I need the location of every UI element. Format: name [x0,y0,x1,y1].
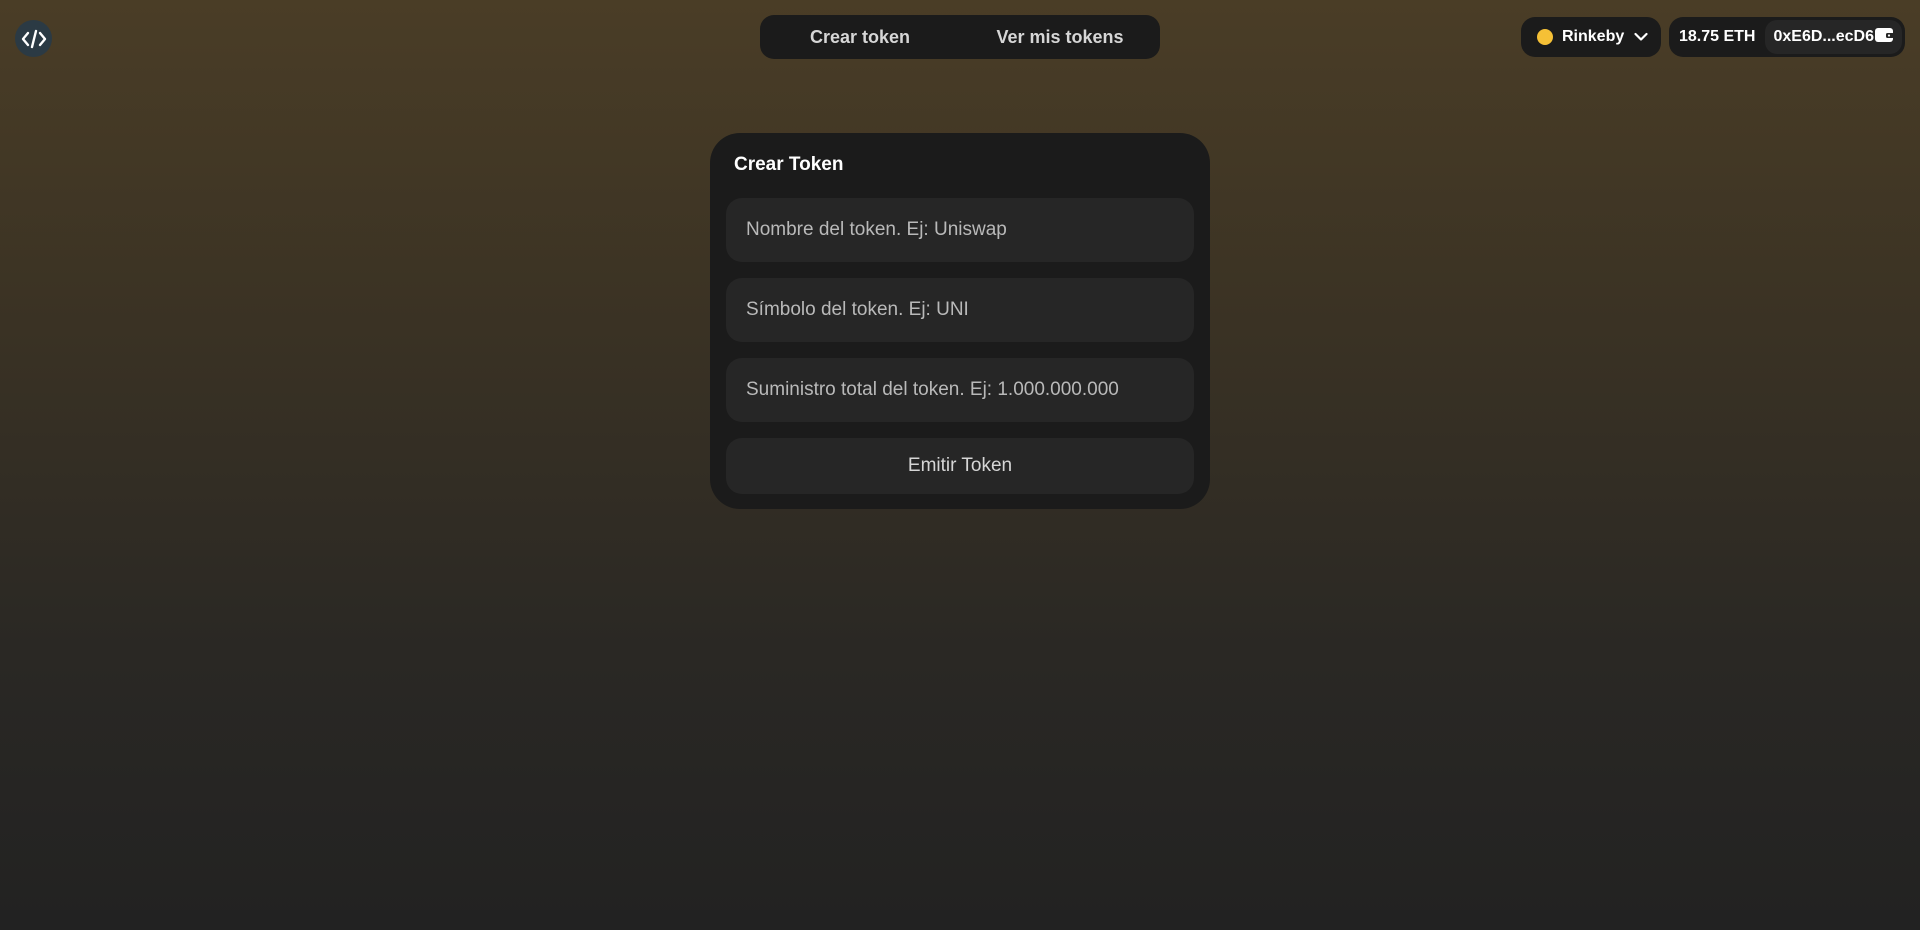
card-title: Crear Token [734,154,844,175]
token-supply-input[interactable] [726,358,1194,422]
wallet-icon [1874,26,1894,49]
code-brackets-icon [21,29,46,48]
token-name-input[interactable] [726,198,1194,262]
account-box: 18.75 ETH 0xE6D...ecD6 [1669,17,1905,57]
emit-token-button[interactable]: Emitir Token [726,438,1194,494]
top-nav: Crear token Ver mis tokens [760,15,1160,59]
account-address-button[interactable]: 0xE6D...ecD6 [1765,20,1902,54]
chevron-down-icon [1634,32,1648,42]
create-token-card: Crear Token Emitir Token [710,133,1210,509]
network-selector[interactable]: Rinkeby [1521,17,1661,57]
account-address: 0xE6D...ecD6 [1773,28,1874,45]
tab-ver-mis-tokens[interactable]: Ver mis tokens [960,15,1160,59]
token-symbol-input[interactable] [726,278,1194,342]
network-label: Rinkeby [1562,28,1625,45]
network-status-dot [1537,29,1553,45]
eth-balance: 18.75 ETH [1679,28,1756,45]
logo-code-icon[interactable] [15,20,52,57]
tab-crear-token[interactable]: Crear token [760,15,960,59]
